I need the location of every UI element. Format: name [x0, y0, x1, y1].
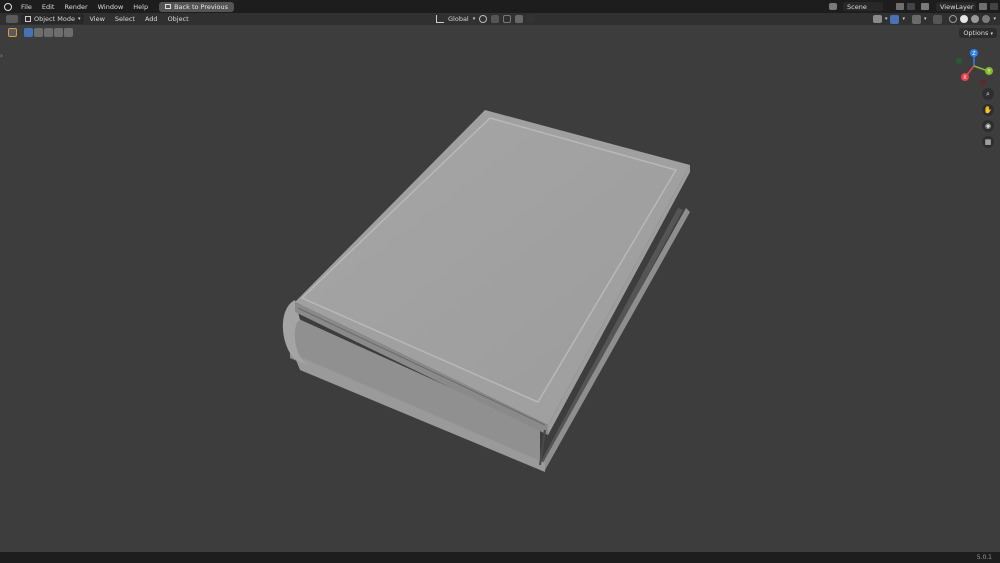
xray-icon[interactable]: [933, 14, 943, 24]
view-layer-name: ViewLayer: [940, 2, 974, 11]
camera-view-icon[interactable]: ◉: [982, 120, 994, 132]
perspective-toggle-icon[interactable]: ▦: [982, 136, 994, 148]
blender-logo-icon[interactable]: [4, 2, 12, 11]
neg-x-axis-handle[interactable]: [980, 79, 986, 85]
menu-render[interactable]: Render: [59, 3, 92, 11]
menu-window[interactable]: Window: [93, 3, 129, 11]
menu-object[interactable]: Object: [163, 15, 194, 23]
chevron-down-icon: ▾: [902, 16, 905, 22]
select-intersect-icon[interactable]: [64, 28, 73, 37]
delete-scene-icon[interactable]: [907, 3, 915, 10]
select-subtract-icon[interactable]: [44, 28, 53, 37]
view-layer-icon[interactable]: [921, 3, 929, 10]
view-layer-selector[interactable]: ViewLayer: [936, 2, 976, 11]
snap-icon[interactable]: [491, 15, 500, 23]
pivot-point-icon[interactable]: [479, 15, 488, 23]
new-view-layer-icon[interactable]: [979, 3, 987, 10]
chevron-down-icon: ▾: [923, 16, 927, 22]
back-to-previous-button[interactable]: Back to Previous: [159, 1, 235, 12]
object-mode-dropdown[interactable]: Object Mode ▾: [21, 14, 85, 24]
orientation-label[interactable]: Global: [448, 15, 469, 23]
new-scene-icon[interactable]: [896, 3, 904, 10]
book-model[interactable]: [282, 110, 690, 472]
transform-orientation-icon[interactable]: [436, 15, 444, 23]
tool-settings-row: [0, 25, 1000, 40]
menu-help[interactable]: Help: [128, 3, 153, 11]
navigation-gizmo[interactable]: Z Y X: [950, 44, 998, 86]
menu-select[interactable]: Select: [110, 15, 140, 23]
object-mode-icon: [25, 16, 31, 22]
overlays-icon[interactable]: [911, 14, 921, 24]
chevron-down-icon: ▾: [993, 16, 996, 22]
chevron-down-icon: ▾: [884, 16, 888, 22]
snap-target-icon[interactable]: [503, 15, 512, 23]
editor-type-icon[interactable]: [6, 15, 18, 23]
chevron-down-icon: ▾: [990, 31, 993, 37]
options-label: Options: [963, 29, 989, 37]
chevron-down-icon: ▾: [77, 16, 81, 22]
select-invert-icon[interactable]: [54, 28, 63, 37]
pan-hand-icon[interactable]: ✋: [982, 104, 994, 116]
wireframe-shading-icon[interactable]: [949, 15, 958, 23]
proportional-falloff-icon[interactable]: [527, 15, 536, 23]
material-preview-icon[interactable]: [971, 15, 980, 23]
select-extend-icon[interactable]: [34, 28, 43, 37]
viewport-header-right: ▾ ▾ ▾ ▾: [872, 13, 996, 25]
object-mode-label: Object Mode: [34, 15, 75, 23]
solid-shading-icon[interactable]: [960, 15, 969, 23]
menu-edit[interactable]: Edit: [37, 3, 60, 11]
chevron-down-icon: ▾: [472, 16, 476, 22]
z-axis-label: Z: [972, 51, 976, 57]
rendered-shading-icon[interactable]: [982, 15, 991, 23]
scene-selector[interactable]: Scene: [843, 2, 883, 11]
select-new-icon[interactable]: [24, 28, 33, 37]
options-dropdown[interactable]: Options ▾: [959, 28, 997, 38]
proportional-editing-icon[interactable]: [515, 15, 524, 23]
menu-view[interactable]: View: [84, 15, 109, 23]
x-axis-label: X: [963, 75, 967, 81]
back-to-previous-label: Back to Previous: [174, 2, 229, 11]
status-bar: 5.0.1: [0, 552, 1000, 563]
scene-name: Scene: [847, 2, 867, 11]
delete-view-layer-icon[interactable]: [990, 3, 998, 10]
viewport-3d[interactable]: [0, 40, 1000, 552]
scene-icon[interactable]: [829, 3, 837, 10]
screen-icon: [165, 4, 172, 9]
transform-tools: Global ▾: [436, 13, 536, 25]
neg-y-axis-handle[interactable]: [956, 58, 962, 64]
menu-file[interactable]: File: [16, 3, 37, 11]
menu-add[interactable]: Add: [140, 15, 163, 23]
version-label: 5.0.1: [976, 554, 992, 561]
visibility-icon[interactable]: [872, 15, 882, 23]
gizmo-toggle-icon[interactable]: [890, 14, 900, 24]
select-tool-icon[interactable]: [8, 28, 17, 37]
zoom-icon[interactable]: ⌕: [982, 88, 994, 100]
